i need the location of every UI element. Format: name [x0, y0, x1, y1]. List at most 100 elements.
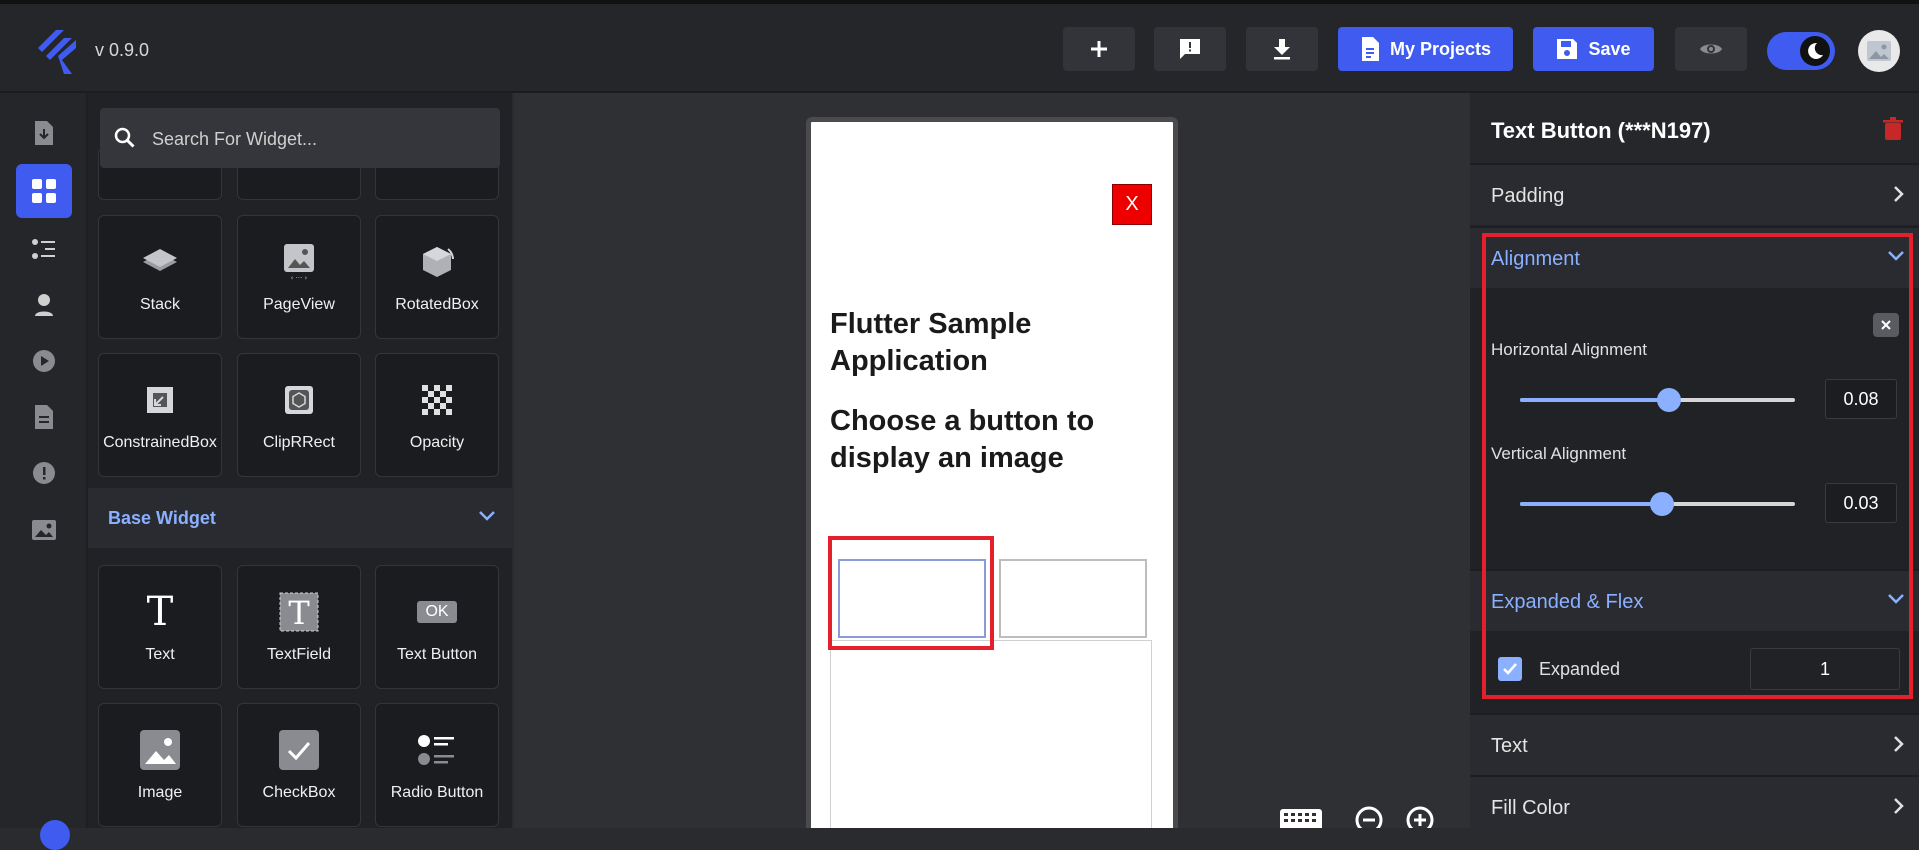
- search-icon: [114, 127, 135, 148]
- widget-tile-label: Image: [137, 784, 183, 801]
- widget-tile-text-button[interactable]: OK Text Button: [375, 565, 499, 689]
- padding-row[interactable]: Padding: [1470, 163, 1919, 225]
- text-icon: T: [146, 589, 174, 635]
- import-icon: [35, 121, 53, 145]
- my-projects-label: My Projects: [1389, 38, 1492, 59]
- preview-subtitle[interactable]: Choose a button to display an image: [830, 403, 1160, 477]
- section-label: Base Widget: [108, 508, 216, 528]
- widget-tile-rotatedbox[interactable]: RotatedBox: [375, 215, 499, 339]
- text-label: Text: [1491, 735, 1528, 757]
- document-icon: [1361, 37, 1379, 61]
- save-label: Save: [1588, 38, 1631, 59]
- rail-file[interactable]: [16, 390, 72, 444]
- widget-tile-label: Radio Button: [390, 784, 484, 801]
- widget-tile-label: Stack: [139, 296, 180, 313]
- preview-close-button[interactable]: X: [1112, 184, 1152, 225]
- constrainedbox-icon: [147, 387, 173, 413]
- checkbox-icon: [279, 730, 319, 770]
- rail-play[interactable]: [16, 334, 72, 388]
- widget-search: [100, 108, 500, 170]
- avatar[interactable]: [1858, 30, 1900, 72]
- feedback-icon: [1180, 39, 1200, 59]
- left-rail: [0, 93, 88, 828]
- rail-properties[interactable]: [16, 222, 72, 276]
- zoom-out-button[interactable]: [1355, 806, 1383, 828]
- text-row[interactable]: Text: [1470, 713, 1919, 775]
- fab-button-partial[interactable]: [40, 820, 70, 850]
- rail-alert[interactable]: [16, 446, 72, 500]
- trash-icon[interactable]: [1883, 117, 1903, 141]
- download-button[interactable]: [1246, 27, 1318, 71]
- selection-highlight: [828, 536, 994, 650]
- preview-button[interactable]: [1675, 27, 1747, 71]
- fill-color-row[interactable]: Fill Color: [1470, 775, 1919, 830]
- image-icon: [140, 730, 180, 770]
- widget-search-input[interactable]: [150, 108, 484, 170]
- widget-tile-radio-button[interactable]: Radio Button: [375, 703, 499, 827]
- eye-icon: [1700, 44, 1722, 54]
- widget-tile-label: ClipRRect: [262, 434, 335, 451]
- svg-text:‹ ··· ›: ‹ ··· ›: [291, 274, 308, 281]
- rotatedbox-icon: [423, 247, 454, 277]
- dark-mode-toggle[interactable]: [1767, 32, 1835, 70]
- my-projects-button[interactable]: My Projects: [1338, 27, 1513, 71]
- zoom-in-button[interactable]: [1406, 806, 1434, 828]
- image-gallery-icon: [32, 520, 56, 540]
- preview-title[interactable]: Flutter Sample Application: [830, 306, 1160, 380]
- file-icon: [35, 405, 53, 429]
- widget-tile-textfield[interactable]: T TextField: [237, 565, 361, 689]
- top-bar: v 0.9.0 My Projects Save: [0, 0, 1919, 93]
- preview-image-container[interactable]: [830, 640, 1152, 828]
- widget-tile-pageview[interactable]: ‹ ··· › PageView: [237, 215, 361, 339]
- base-widget-section[interactable]: Base Widget: [88, 488, 512, 548]
- preview-text-button[interactable]: [999, 559, 1147, 638]
- widget-tile-image[interactable]: Image: [98, 703, 222, 827]
- opacity-icon: [422, 385, 452, 415]
- padding-label: Padding: [1491, 185, 1565, 207]
- svg-text:T: T: [288, 594, 310, 632]
- rail-user[interactable]: [16, 278, 72, 332]
- rail-import[interactable]: [16, 106, 72, 160]
- chevron-down-icon: [479, 511, 495, 521]
- widgets-panel: Stack ‹ ··· › PageView RotatedBox Constr…: [88, 93, 512, 828]
- widget-tile-opacity[interactable]: Opacity: [375, 353, 499, 477]
- user-icon: [35, 294, 53, 316]
- widget-tile-label: TextField: [266, 646, 332, 663]
- widget-tile-checkbox[interactable]: CheckBox: [237, 703, 361, 827]
- annotation-highlight: [1482, 233, 1913, 699]
- add-button[interactable]: [1063, 27, 1135, 71]
- widget-tile-label: CheckBox: [262, 784, 336, 801]
- alert-icon: [33, 462, 55, 484]
- selected-widget-title: Text Button (***N197): [1491, 118, 1711, 143]
- widget-tile-label: Opacity: [409, 434, 465, 451]
- zoom-out-icon: [1355, 806, 1383, 828]
- widget-tile-stack[interactable]: Stack: [98, 215, 222, 339]
- chevron-right-icon: [1894, 186, 1904, 202]
- feedback-button[interactable]: [1154, 27, 1226, 71]
- text-button-icon: OK: [417, 601, 457, 623]
- stack-icon: [143, 249, 177, 271]
- widget-tile-label: Text: [145, 646, 175, 663]
- pageview-icon: ‹ ··· ›: [284, 244, 314, 281]
- widget-tile-constrainedbox[interactable]: ConstrainedBox: [98, 353, 222, 477]
- app-version: v 0.9.0: [95, 40, 150, 60]
- keyboard-icon: [1280, 809, 1322, 828]
- save-icon: [1557, 39, 1578, 59]
- rail-images[interactable]: [16, 503, 72, 557]
- widget-tile-cliprrect[interactable]: ClipRRect: [237, 353, 361, 477]
- radio-button-icon: [418, 735, 454, 765]
- save-button[interactable]: Save: [1533, 27, 1654, 71]
- zoom-in-icon: [1406, 806, 1434, 828]
- chevron-right-icon: [1894, 736, 1904, 752]
- cliprrect-icon: [285, 386, 313, 414]
- widget-tile-label: Text Button: [396, 646, 478, 663]
- widget-tile-text[interactable]: T Text: [98, 565, 222, 689]
- rail-widgets[interactable]: [16, 164, 72, 218]
- keyboard-button[interactable]: [1280, 806, 1322, 828]
- widgets-grid-icon: [32, 179, 56, 203]
- widget-tile-label: ConstrainedBox: [103, 434, 217, 451]
- moon-icon: [1808, 42, 1823, 59]
- widget-tile-label: PageView: [263, 296, 335, 313]
- widget-tile-label: RotatedBox: [395, 296, 479, 313]
- properties-icon: [32, 239, 55, 259]
